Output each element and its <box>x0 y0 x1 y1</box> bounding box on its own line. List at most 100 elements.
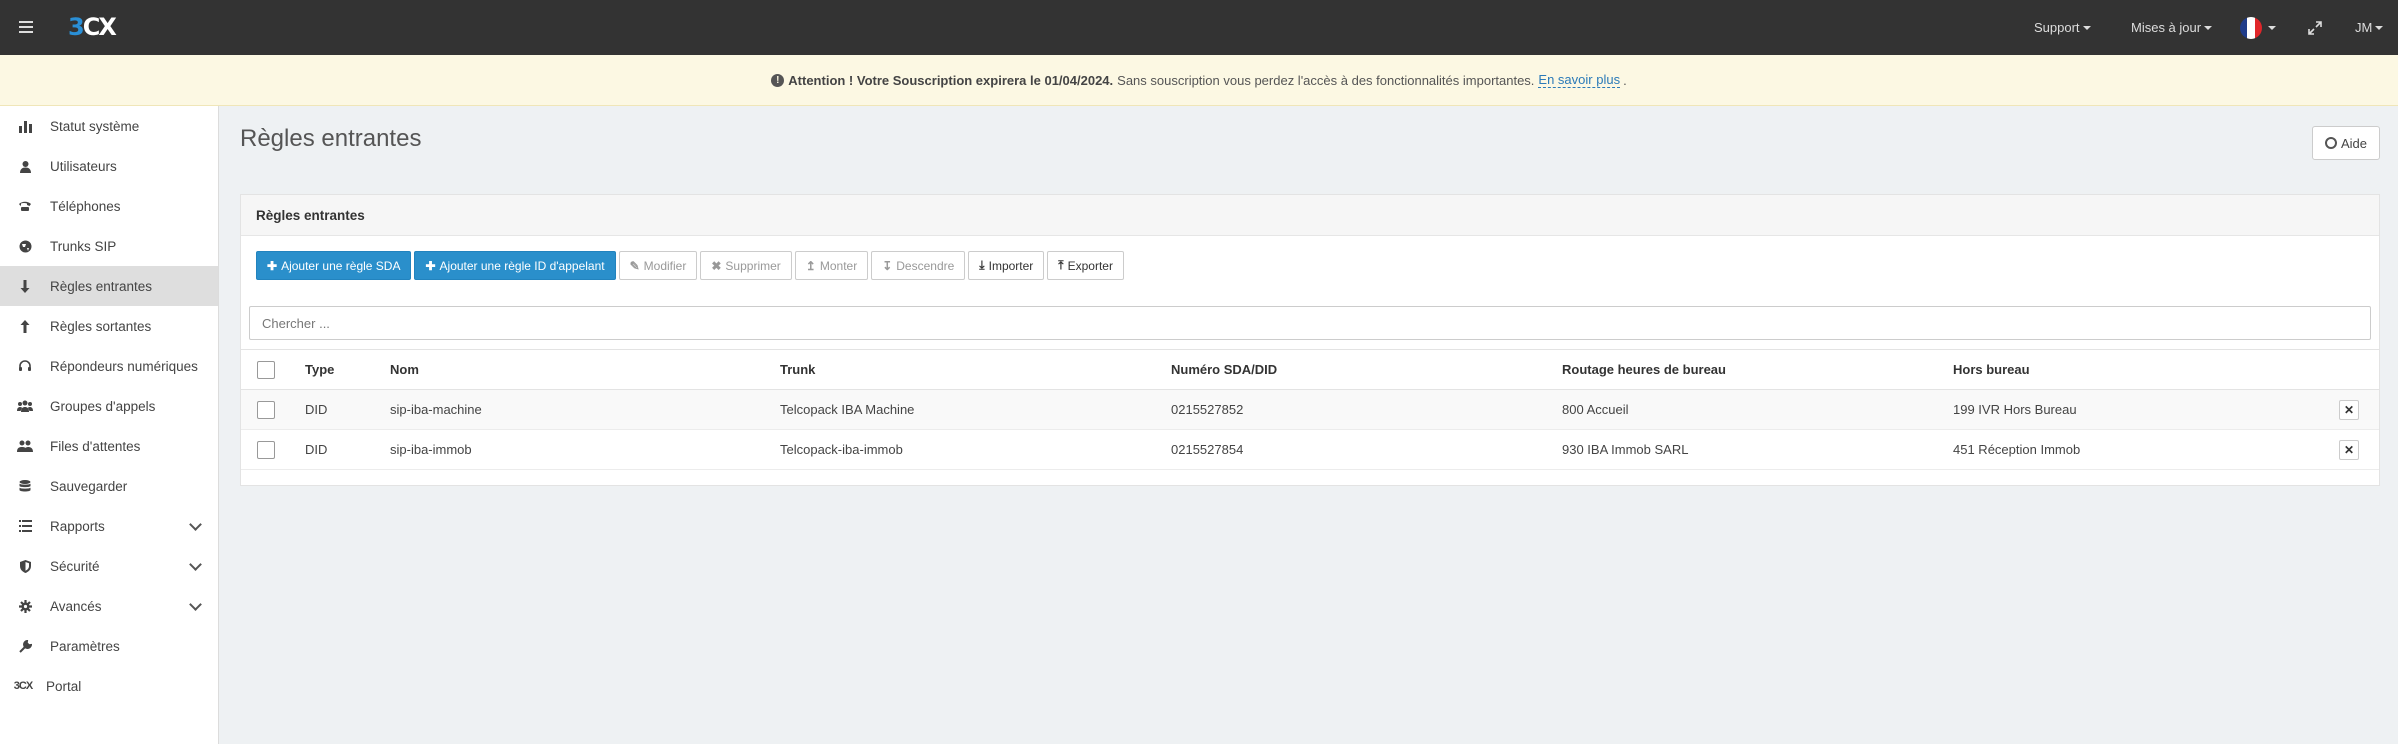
exclamation-icon: ! <box>771 73 785 87</box>
row-actions-cell: ✕ <box>2339 429 2379 470</box>
language-menu[interactable] <box>2240 0 2276 55</box>
row-actions-cell: ✕ <box>2339 389 2379 430</box>
subscription-warning-banner: ! Attention ! Votre Souscription expirer… <box>0 55 2398 106</box>
cell-type: DID <box>305 429 390 470</box>
help-button[interactable]: Aide <box>2312 126 2380 160</box>
wrench-icon <box>16 637 34 655</box>
sidebar-item-sauvegarder[interactable]: Sauvegarder <box>0 466 218 506</box>
rules-table: Type Nom Trunk Numéro SDA/DID Routage he… <box>241 349 2379 470</box>
search-input[interactable] <box>249 306 2371 340</box>
add-sda-rule-button[interactable]: ✚ Ajouter une règle SDA <box>256 251 412 280</box>
column-header-number[interactable]: Numéro SDA/DID <box>1171 349 1562 390</box>
sidebar: Statut système Utilisateurs Téléphones T… <box>0 106 219 744</box>
sidebar-item-telephones[interactable]: Téléphones <box>0 186 218 226</box>
globe-icon <box>16 237 34 255</box>
sidebar-item-repondeurs-numeriques[interactable]: Répondeurs numériques <box>0 346 218 386</box>
menu-icon[interactable] <box>16 17 36 37</box>
incoming-rules-panel: Règles entrantes ✚ Ajouter une règle SDA … <box>240 194 2380 486</box>
sidebar-item-label: Répondeurs numériques <box>50 358 198 374</box>
sidebar-item-regles-entrantes[interactable]: Règles entrantes <box>0 266 218 306</box>
delete-row-icon[interactable]: ✕ <box>2339 399 2359 420</box>
column-header-office-routing[interactable]: Routage heures de bureau <box>1562 349 1953 390</box>
cell-name: sip-iba-machine <box>390 389 780 430</box>
move-up-button[interactable]: ↥ Monter <box>794 251 869 280</box>
sidebar-item-statut-systeme[interactable]: Statut système <box>0 106 218 146</box>
move-down-label: Descendre <box>896 258 955 273</box>
move-down-button[interactable]: ↧ Descendre <box>871 251 966 280</box>
sidebar-item-label: Avancés <box>50 598 102 614</box>
cell-name: sip-iba-immob <box>390 429 780 470</box>
edit-button[interactable]: ✎ Modifier <box>618 251 698 280</box>
caret-down-icon <box>2082 25 2091 30</box>
sidebar-item-label: Portal <box>46 678 82 694</box>
banner-suffix: . <box>1623 72 1627 88</box>
sidebar-item-label: Rapports <box>50 518 105 534</box>
cell-office-routing: 800 Accueil <box>1562 389 1953 430</box>
chevron-down-icon <box>189 558 202 571</box>
select-all-cell <box>241 349 305 390</box>
sidebar-item-avances[interactable]: Avancés <box>0 586 218 626</box>
close-icon: ✖ <box>711 258 722 273</box>
column-header-trunk[interactable]: Trunk <box>780 349 1171 390</box>
table-row[interactable]: DID sip-iba-machine Telcopack IBA Machin… <box>241 389 2379 430</box>
logo[interactable]: 3CX <box>68 13 117 41</box>
column-header-type[interactable]: Type <box>305 349 390 390</box>
delete-button[interactable]: ✖ Supprimer <box>700 251 792 280</box>
column-header-name[interactable]: Nom <box>390 349 780 390</box>
download-icon: ⤓ <box>979 258 985 272</box>
french-flag-icon <box>2240 16 2262 39</box>
sidebar-item-label: Paramètres <box>50 638 120 654</box>
sidebar-item-groupes-appels[interactable]: Groupes d'appels <box>0 386 218 426</box>
cell-type: DID <box>305 389 390 430</box>
sidebar-item-utilisateurs[interactable]: Utilisateurs <box>0 146 218 186</box>
row-select-cell <box>241 429 305 470</box>
sidebar-item-rapports[interactable]: Rapports <box>0 506 218 546</box>
column-header-out-of-office[interactable]: Hors bureau <box>1953 349 2339 390</box>
sidebar-item-label: Utilisateurs <box>50 158 117 174</box>
sidebar-item-portal[interactable]: 3CX Portal <box>0 666 218 706</box>
actions-header <box>2339 349 2379 390</box>
cell-out-of-office: 199 IVR Hors Bureau <box>1953 389 2339 430</box>
sidebar-item-regles-sortantes[interactable]: Règles sortantes <box>0 306 218 346</box>
chevron-down-icon <box>189 518 202 531</box>
sidebar-item-label: Statut système <box>50 118 140 134</box>
sidebar-item-trunks-sip[interactable]: Trunks SIP <box>0 226 218 266</box>
toolbar: ✚ Ajouter une règle SDA ✚ Ajouter une règl… <box>256 251 1124 280</box>
sidebar-item-label: Files d'attentes <box>50 438 141 454</box>
arrow-up-icon <box>16 317 34 335</box>
help-label: Aide <box>2340 135 2368 151</box>
select-all-checkbox[interactable] <box>257 360 275 379</box>
move-up-label: Monter <box>819 258 858 273</box>
cell-trunk: Telcopack IBA Machine <box>780 389 1171 430</box>
updates-menu[interactable]: Mises à jour <box>2131 0 2213 55</box>
database-icon <box>16 477 34 495</box>
plus-icon: ✚ <box>425 258 436 273</box>
plus-icon: ✚ <box>267 258 278 273</box>
export-button[interactable]: ⤒ Exporter <box>1047 251 1124 280</box>
sidebar-item-securite[interactable]: Sécurité <box>0 546 218 586</box>
updates-label: Mises à jour <box>2131 20 2202 35</box>
caret-down-icon <box>2268 25 2276 30</box>
row-checkbox[interactable] <box>257 400 275 419</box>
chevron-down-icon <box>189 598 202 611</box>
learn-more-link[interactable]: En savoir plus <box>1538 72 1621 88</box>
import-button[interactable]: ⤓ Importer <box>968 251 1045 280</box>
add-callerid-rule-button[interactable]: ✚ Ajouter une règle ID d'appelant <box>414 251 616 280</box>
pencil-icon: ✎ <box>629 258 640 273</box>
cell-number: 0215527852 <box>1171 389 1562 430</box>
page-title: Règles entrantes <box>240 125 422 152</box>
arrow-down-icon <box>16 277 34 295</box>
fullscreen-button[interactable] <box>2308 0 2322 55</box>
sidebar-item-files-attentes[interactable]: Files d'attentes <box>0 426 218 466</box>
row-checkbox[interactable] <box>257 440 275 459</box>
sidebar-item-parametres[interactable]: Paramètres <box>0 626 218 666</box>
sidebar-item-label: Règles sortantes <box>50 318 152 334</box>
table-row[interactable]: DID sip-iba-immob Telcopack-iba-immob 02… <box>241 429 2379 470</box>
add-sda-label: Ajouter une règle SDA <box>281 258 401 273</box>
support-menu[interactable]: Support <box>2034 0 2091 55</box>
user-menu[interactable]: JM <box>2355 0 2384 55</box>
delete-row-icon[interactable]: ✕ <box>2339 439 2359 460</box>
sidebar-item-label: Sécurité <box>50 558 100 574</box>
row-select-cell <box>241 389 305 430</box>
caret-down-icon <box>2375 25 2384 30</box>
